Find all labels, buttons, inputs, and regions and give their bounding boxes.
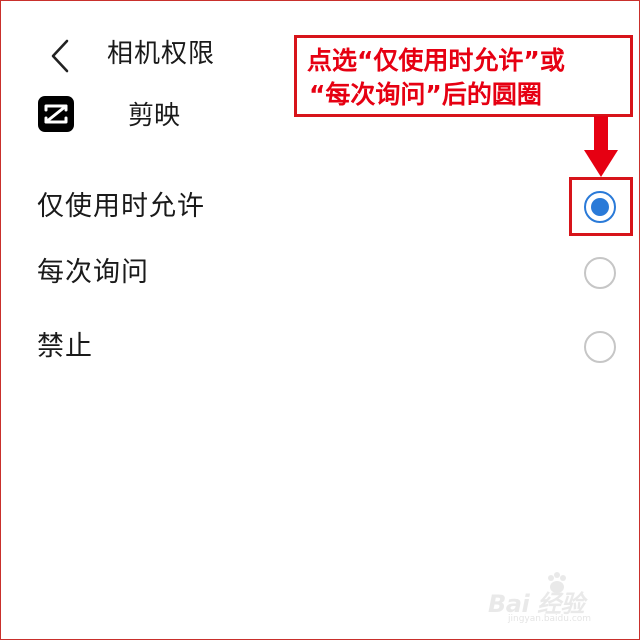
radio-button[interactable] [584,257,616,289]
annotation-line-1: 点选“仅使用时允许”或 [307,46,565,75]
option-ask-every-time[interactable]: 每次询问 [0,243,640,303]
app-name: 剪映 [128,101,181,131]
radio-button[interactable] [584,331,616,363]
baidu-jingyan-watermark: Bai 经验 jingyan.baidu.com [488,570,618,624]
option-allow-while-using[interactable]: 仅使用时允许 [0,177,640,237]
option-label: 禁止 [37,331,93,362]
chevron-left-icon [51,39,69,73]
back-button[interactable] [42,34,78,78]
annotation-highlight-box [569,177,633,236]
annotation-callout: 点选“仅使用时允许”或 “每次询问”后的圆圈 [294,35,633,117]
arrow-down-icon [584,116,618,177]
annotation-line-2: “每次询问”后的圆圈 [309,80,542,109]
capcut-logo-icon [38,96,74,132]
option-label: 仅使用时允许 [37,191,205,222]
watermark-url: jingyan.baidu.com [508,614,592,624]
option-deny[interactable]: 禁止 [0,317,640,377]
page-title: 相机权限 [107,39,216,69]
option-label: 每次询问 [37,257,149,288]
